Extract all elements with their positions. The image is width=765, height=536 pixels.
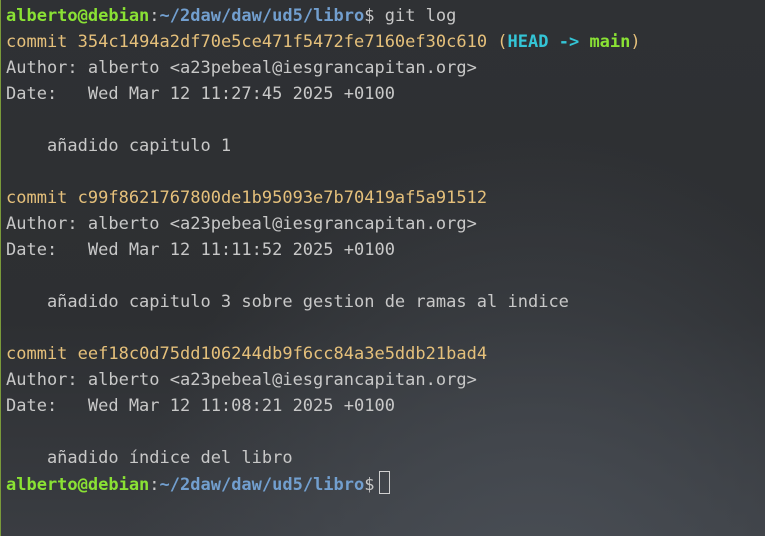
commit-line: commit c99f8621767800de1b95093e7b70419af… [6, 185, 765, 211]
prompt-user-host: alberto@debian [6, 475, 150, 495]
commit-hash: eef18c0d75dd106244db9f6cc84a3e5ddb21bad4 [77, 344, 488, 364]
head-ref: HEAD -> [507, 32, 590, 52]
terminal-output: alberto@debian:~/2daw/daw/ud5/libro$ git… [6, 3, 765, 497]
prompt-line: alberto@debian:~/2daw/daw/ud5/libro$ git… [6, 3, 765, 29]
commit-author: Author: alberto <a23pebeal@iesgrancapita… [6, 58, 477, 78]
commit-message: añadido índice del libro [6, 448, 293, 468]
prompt-path: ~/2daw/daw/ud5/libro [159, 6, 365, 26]
commit-line: commit eef18c0d75dd106244db9f6cc84a3e5dd… [6, 341, 765, 367]
prompt-path: ~/2daw/daw/ud5/libro [159, 475, 365, 495]
commit-author: Author: alberto <a23pebeal@iesgrancapita… [6, 370, 477, 390]
commit-hash: 354c1494a2df70e5ce471f5472fe7160ef30c610 [77, 32, 488, 52]
commit-author: Author: alberto <a23pebeal@iesgrancapita… [6, 214, 477, 234]
commit-date: Date: Wed Mar 12 11:27:45 2025 +0100 [6, 84, 395, 104]
commit-message: añadido capitulo 1 [6, 136, 232, 156]
commit-hash: c99f8621767800de1b95093e7b70419af5a91512 [77, 188, 488, 208]
refs-close: ) [630, 32, 641, 52]
prompt-colon: : [149, 6, 160, 26]
prompt-dollar: $ [364, 6, 375, 26]
prompt-line: alberto@debian:~/2daw/daw/ud5/libro$ [6, 471, 765, 497]
commit-date: Date: Wed Mar 12 11:11:52 2025 +0100 [6, 240, 395, 260]
refs-open: ( [487, 32, 508, 52]
commit-label: commit [6, 188, 78, 208]
commit-label: commit [6, 32, 78, 52]
text-cursor[interactable] [378, 471, 390, 494]
prompt-user-host: alberto@debian [6, 6, 150, 26]
commit-message: añadido capitulo 3 sobre gestion de rama… [6, 292, 569, 312]
command-text: git log [374, 6, 457, 26]
branch-ref: main [589, 32, 631, 52]
prompt-colon: : [149, 475, 160, 495]
commit-line: commit 354c1494a2df70e5ce471f5472fe7160e… [6, 29, 765, 55]
prompt-dollar: $ [364, 475, 375, 495]
terminal-window[interactable]: alberto@debian:~/2daw/daw/ud5/libro$ git… [0, 0, 765, 536]
commit-date: Date: Wed Mar 12 11:08:21 2025 +0100 [6, 396, 395, 416]
commit-label: commit [6, 344, 78, 364]
